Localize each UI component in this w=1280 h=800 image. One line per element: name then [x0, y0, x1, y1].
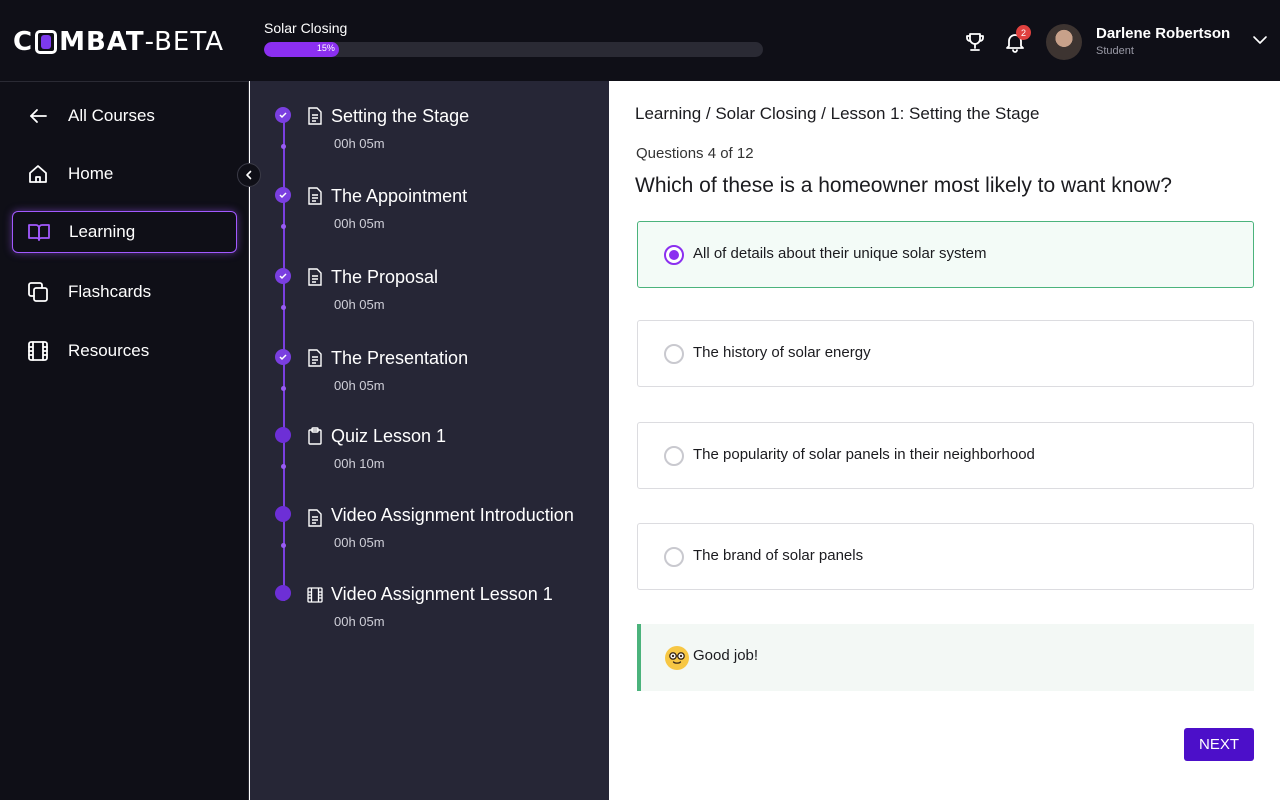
breadcrumb: Learning / Solar Closing / Lesson 1: Set…	[635, 104, 1040, 123]
home-icon	[29, 165, 47, 183]
answer-option-text: The history of solar energy	[693, 344, 871, 361]
lesson-status-node	[275, 107, 291, 123]
lesson-item[interactable]: The Proposal 00h 05m	[250, 267, 609, 328]
top-bar: C MBAT -BETA Solar Closing 15% 2 Darlene R…	[0, 0, 1280, 81]
timeline-dot	[281, 305, 286, 310]
lesson-list: Setting the Stage 00h 05m The Appointmen…	[250, 81, 609, 800]
answer-option[interactable]: The popularity of solar panels in their …	[637, 422, 1254, 489]
lesson-title: The Presentation	[331, 348, 469, 368]
trophy-icon[interactable]	[963, 30, 987, 54]
progress-fill: 15%	[264, 42, 339, 57]
document-icon	[308, 349, 322, 367]
radio-button[interactable]	[664, 344, 684, 364]
sidebar-item-label: Resources	[68, 341, 150, 360]
film-icon	[307, 587, 323, 603]
question-counter: Questions 4 of 12	[636, 145, 754, 162]
lesson-item[interactable]: Video Assignment Lesson 1 00h 05m	[250, 584, 609, 645]
book-open-icon	[28, 224, 50, 241]
lesson-item[interactable]: The Appointment 00h 05m	[250, 186, 609, 247]
sidebar: All Courses Home Learning Flashcards Res…	[0, 81, 249, 800]
chevron-down-icon[interactable]	[1250, 30, 1270, 50]
arrow-left-icon	[30, 109, 47, 123]
timeline-dot	[281, 543, 286, 548]
course-title: Solar Closing	[264, 20, 348, 36]
next-button[interactable]: NEXT	[1184, 728, 1254, 761]
flashcards-icon	[28, 282, 48, 302]
logo-text-suffix: -BETA	[144, 27, 224, 57]
lesson-title: Setting the Stage	[331, 106, 470, 126]
answer-option-text: The popularity of solar panels in their …	[693, 446, 1035, 463]
logo-text-main: MBAT	[59, 27, 145, 57]
radio-button[interactable]	[664, 547, 684, 567]
course-progress-bar: 15%	[264, 42, 763, 57]
sidebar-item-resources[interactable]: Resources	[12, 330, 237, 372]
lesson-status-node	[275, 506, 291, 522]
user-name: Darlene Robertson	[1096, 25, 1231, 42]
document-icon	[308, 268, 322, 286]
lesson-status-node	[275, 585, 291, 601]
check-icon	[279, 112, 287, 119]
film-icon	[28, 341, 48, 361]
sidebar-item-home[interactable]: Home	[12, 153, 237, 195]
lesson-title: The Appointment	[331, 186, 468, 206]
chevron-left-icon	[246, 170, 252, 180]
feedback-message: Good job!	[637, 624, 1254, 691]
radio-button[interactable]	[664, 446, 684, 466]
lesson-item[interactable]: Quiz Lesson 1 00h 10m	[250, 426, 609, 487]
sidebar-item-learning[interactable]: Learning	[12, 211, 237, 253]
logo[interactable]: C MBAT -BETA	[13, 26, 224, 58]
timeline-dot	[281, 386, 286, 391]
lesson-item[interactable]: Video Assignment Introduction 00h 05m	[250, 505, 609, 566]
logo-text-start: C	[13, 27, 34, 57]
check-icon	[279, 273, 287, 280]
lesson-duration: 00h 05m	[334, 378, 385, 393]
feedback-text: Good job!	[693, 647, 759, 664]
timeline-dot	[281, 144, 286, 149]
lesson-status-node	[275, 349, 291, 365]
document-icon	[308, 107, 322, 125]
lesson-duration: 00h 05m	[334, 297, 385, 312]
logo-mark	[35, 30, 58, 54]
sidebar-item-label: Flashcards	[68, 282, 152, 301]
collapse-sidebar-button[interactable]	[237, 163, 261, 187]
lesson-duration: 00h 05m	[334, 535, 385, 550]
lesson-duration: 00h 10m	[334, 456, 385, 471]
avatar[interactable]	[1046, 24, 1082, 60]
lesson-title: Video Assignment Lesson 1	[331, 584, 553, 604]
timeline-dot	[281, 464, 286, 469]
document-icon	[308, 187, 322, 205]
answer-option-text: All of details about their unique solar …	[693, 245, 987, 262]
check-icon	[279, 192, 287, 199]
lesson-title: The Proposal	[331, 267, 439, 287]
sidebar-item-label: All Courses	[68, 106, 155, 125]
answer-option[interactable]: All of details about their unique solar …	[637, 221, 1254, 288]
clipboard-icon	[308, 427, 322, 445]
document-icon	[308, 509, 322, 527]
sidebar-item-label: Learning	[69, 222, 136, 241]
answer-option[interactable]: The history of solar energy	[637, 320, 1254, 387]
question-text: Which of these is a homeowner most likel…	[635, 174, 1172, 197]
answer-option[interactable]: The brand of solar panels	[637, 523, 1254, 590]
timeline-dot	[281, 224, 286, 229]
nerd-face-icon	[665, 646, 689, 670]
lesson-duration: 00h 05m	[334, 614, 385, 629]
progress-label: 15%	[316, 43, 335, 53]
sidebar-item-all-courses[interactable]: All Courses	[12, 95, 237, 137]
lesson-status-node	[275, 268, 291, 284]
lesson-title: Video Assignment Introduction	[331, 505, 574, 525]
check-icon	[279, 354, 287, 361]
lesson-item[interactable]: Setting the Stage 00h 05m	[250, 106, 609, 167]
lesson-duration: 00h 05m	[334, 136, 385, 151]
user-role: Student	[1096, 45, 1134, 57]
lesson-status-node	[275, 427, 291, 443]
sidebar-item-label: Home	[68, 164, 114, 183]
lesson-title: Quiz Lesson 1	[331, 426, 447, 446]
lesson-duration: 00h 05m	[334, 216, 385, 231]
sidebar-item-flashcards[interactable]: Flashcards	[12, 271, 237, 313]
radio-button[interactable]	[664, 245, 684, 265]
lesson-item[interactable]: The Presentation 00h 05m	[250, 348, 609, 409]
notification-badge: 2	[1016, 25, 1031, 40]
lesson-status-node	[275, 187, 291, 203]
answer-option-text: The brand of solar panels	[693, 547, 864, 564]
